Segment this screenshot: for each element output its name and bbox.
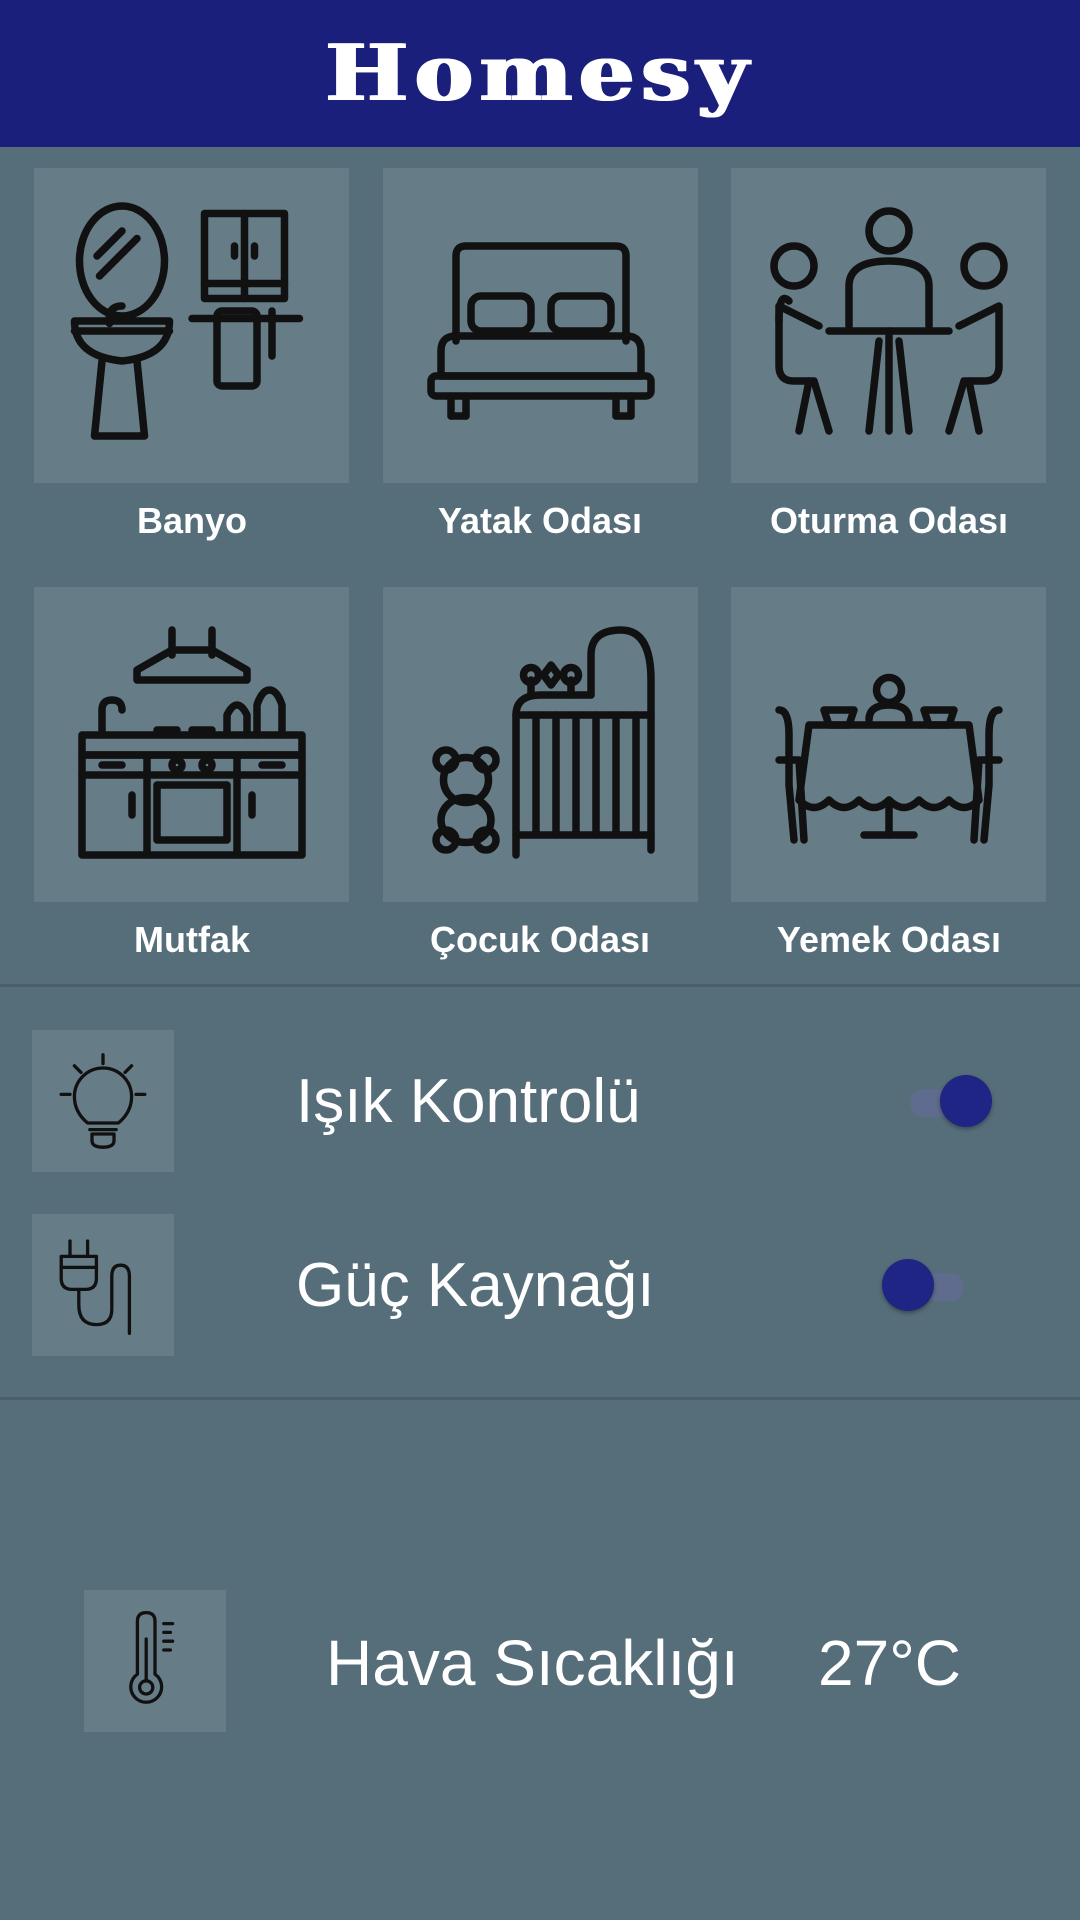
room-tile-bathroom[interactable] [34, 168, 349, 483]
room-label-dining-room: Yemek Odası [776, 919, 1002, 960]
weather-label: Hava Sıcaklığı [326, 1627, 739, 1699]
light-control-icon-box [32, 1030, 174, 1172]
nursery-icon [431, 625, 655, 859]
room-tile-living-room[interactable] [731, 168, 1046, 483]
light-control-toggle[interactable] [902, 1075, 992, 1127]
living-room-icon [769, 206, 1008, 435]
room-label-bathroom: Banyo [136, 500, 248, 541]
dining-room-icon [774, 673, 1003, 844]
bed-icon [426, 241, 655, 420]
bathroom-icon [70, 201, 303, 440]
divider [0, 1397, 1080, 1400]
room-label-nursery: Çocuk Odası [429, 919, 651, 960]
light-bulb-icon [59, 1053, 147, 1149]
power-control-toggle[interactable] [882, 1259, 972, 1311]
room-tile-bedroom[interactable] [383, 168, 698, 483]
room-tile-nursery[interactable] [383, 587, 698, 902]
room-tile-kitchen[interactable] [34, 587, 349, 902]
room-tile-dining-room[interactable] [731, 587, 1046, 902]
kitchen-icon [77, 625, 306, 859]
toggle-knob [940, 1075, 992, 1127]
room-label-living-room: Oturma Odası [769, 500, 1009, 541]
app-header: Homesy [0, 0, 1080, 147]
room-label-bedroom: Yatak Odası [437, 500, 643, 541]
weather-temperature-value: 27°C [818, 1627, 961, 1699]
light-control-label: Işık Kontrolü [296, 1067, 641, 1136]
weather-icon-box [84, 1590, 226, 1732]
power-plug-icon [59, 1239, 132, 1336]
power-control-label: Güç Kaynağı [296, 1251, 655, 1320]
thermometer-icon [129, 1610, 175, 1704]
app-title: Homesy [325, 28, 755, 119]
toggle-knob [882, 1259, 934, 1311]
divider [0, 984, 1080, 987]
power-control-icon-box [32, 1214, 174, 1356]
room-label-kitchen: Mutfak [134, 919, 250, 960]
